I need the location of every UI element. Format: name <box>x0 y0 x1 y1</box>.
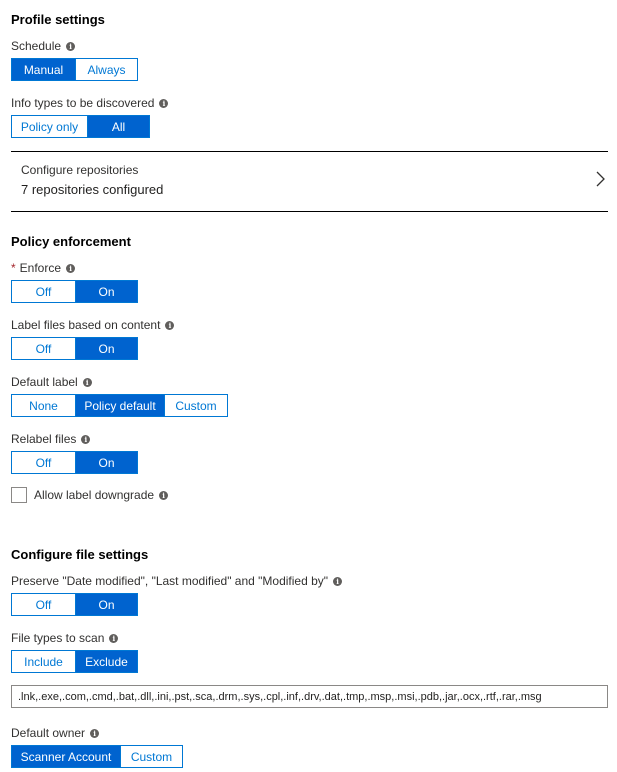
label-files-label-text: Label files based on content <box>11 318 161 332</box>
preserve-label: Preserve "Date modified", "Last modified… <box>11 574 343 588</box>
label-files-label: Label files based on content i <box>11 318 175 332</box>
schedule-label-text: Schedule <box>11 39 62 53</box>
default-owner-option-custom[interactable]: Custom <box>120 746 182 767</box>
default-label-label: Default label i <box>11 375 92 389</box>
default-label-option-custom[interactable]: Custom <box>164 395 227 416</box>
allow-downgrade-row: Allow label downgrade i <box>11 487 169 503</box>
default-label-label-text: Default label <box>11 375 78 389</box>
info-icon[interactable]: i <box>66 263 76 273</box>
preserve-option-on[interactable]: On <box>75 594 137 615</box>
file-extensions-input[interactable]: .lnk,.exe,.com,.cmd,.bat,.dll,.ini,.pst,… <box>11 685 608 708</box>
default-owner-option-scanner-account[interactable]: Scanner Account <box>12 746 120 767</box>
relabel-label: Relabel files i <box>11 432 91 446</box>
info-icon[interactable]: i <box>82 377 92 387</box>
info-types-label-text: Info types to be discovered <box>11 96 155 110</box>
default-label-toggle: None Policy default Custom <box>11 394 228 417</box>
schedule-label: Schedule i <box>11 39 76 53</box>
schedule-option-always[interactable]: Always <box>75 59 137 80</box>
relabel-option-on[interactable]: On <box>75 452 137 473</box>
default-owner-label: Default owner i <box>11 726 100 740</box>
relabel-label-text: Relabel files <box>11 432 77 446</box>
info-icon[interactable]: i <box>109 633 119 643</box>
preserve-label-text: Preserve "Date modified", "Last modified… <box>11 574 329 588</box>
preserve-option-off[interactable]: Off <box>12 594 75 615</box>
enforce-label-text: Enforce <box>19 261 62 275</box>
info-types-option-policy-only[interactable]: Policy only <box>12 116 87 137</box>
schedule-toggle: Manual Always <box>11 58 138 81</box>
info-icon[interactable]: i <box>333 576 343 586</box>
default-owner-label-text: Default owner <box>11 726 86 740</box>
info-types-label: Info types to be discovered i <box>11 96 169 110</box>
relabel-option-off[interactable]: Off <box>12 452 75 473</box>
default-label-option-policy-default[interactable]: Policy default <box>75 395 164 416</box>
chevron-right-icon <box>596 171 605 187</box>
file-types-toggle: Include Exclude <box>11 650 138 673</box>
default-label-option-none[interactable]: None <box>12 395 75 416</box>
relabel-toggle: Off On <box>11 451 138 474</box>
file-types-option-exclude[interactable]: Exclude <box>75 651 137 672</box>
allow-downgrade-label: Allow label downgrade <box>34 488 155 502</box>
required-asterisk: * <box>11 261 16 275</box>
info-icon[interactable]: i <box>159 490 169 500</box>
info-icon[interactable]: i <box>165 320 175 330</box>
label-files-toggle: Off On <box>11 337 138 360</box>
enforce-toggle: Off On <box>11 280 138 303</box>
info-types-toggle: Policy only All <box>11 115 150 138</box>
profile-settings-heading: Profile settings <box>11 12 105 27</box>
repositories-status: 7 repositories configured <box>21 182 164 197</box>
file-types-label-text: File types to scan <box>11 631 105 645</box>
enforce-option-on[interactable]: On <box>75 281 137 302</box>
info-icon[interactable]: i <box>66 41 76 51</box>
label-files-option-off[interactable]: Off <box>12 338 75 359</box>
info-icon[interactable]: i <box>81 434 91 444</box>
default-owner-toggle: Scanner Account Custom <box>11 745 183 768</box>
info-icon[interactable]: i <box>159 98 169 108</box>
label-files-option-on[interactable]: On <box>75 338 137 359</box>
policy-enforcement-heading: Policy enforcement <box>11 234 131 249</box>
preserve-toggle: Off On <box>11 593 138 616</box>
allow-downgrade-checkbox[interactable] <box>11 487 27 503</box>
divider-bottom <box>11 211 608 212</box>
file-types-option-include[interactable]: Include <box>12 651 75 672</box>
enforce-option-off[interactable]: Off <box>12 281 75 302</box>
schedule-option-manual[interactable]: Manual <box>12 59 75 80</box>
info-icon[interactable]: i <box>90 728 100 738</box>
file-settings-heading: Configure file settings <box>11 547 149 562</box>
enforce-label: * Enforce i <box>11 261 76 275</box>
configure-repositories-row[interactable]: Configure repositories 7 repositories co… <box>11 152 608 211</box>
info-types-option-all[interactable]: All <box>87 116 149 137</box>
configure-repositories-title: Configure repositories <box>21 163 139 177</box>
file-types-label: File types to scan i <box>11 631 119 645</box>
